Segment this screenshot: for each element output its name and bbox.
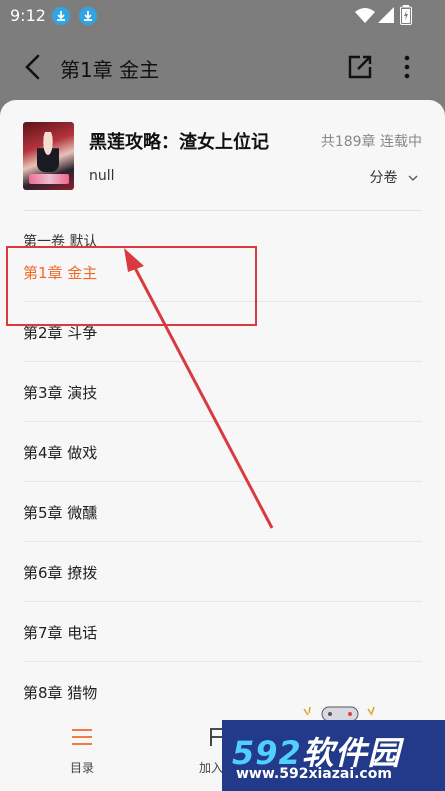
tab-toc[interactable]: 目录 (56, 727, 108, 776)
watermark-logo: 592软件园 www.592xiazai.com (222, 720, 445, 791)
list-icon (72, 729, 92, 745)
annotation-arrow (124, 248, 274, 529)
watermark-url: www.592xiazai.com (236, 766, 392, 782)
tab-toc-label: 目录 (69, 761, 94, 775)
